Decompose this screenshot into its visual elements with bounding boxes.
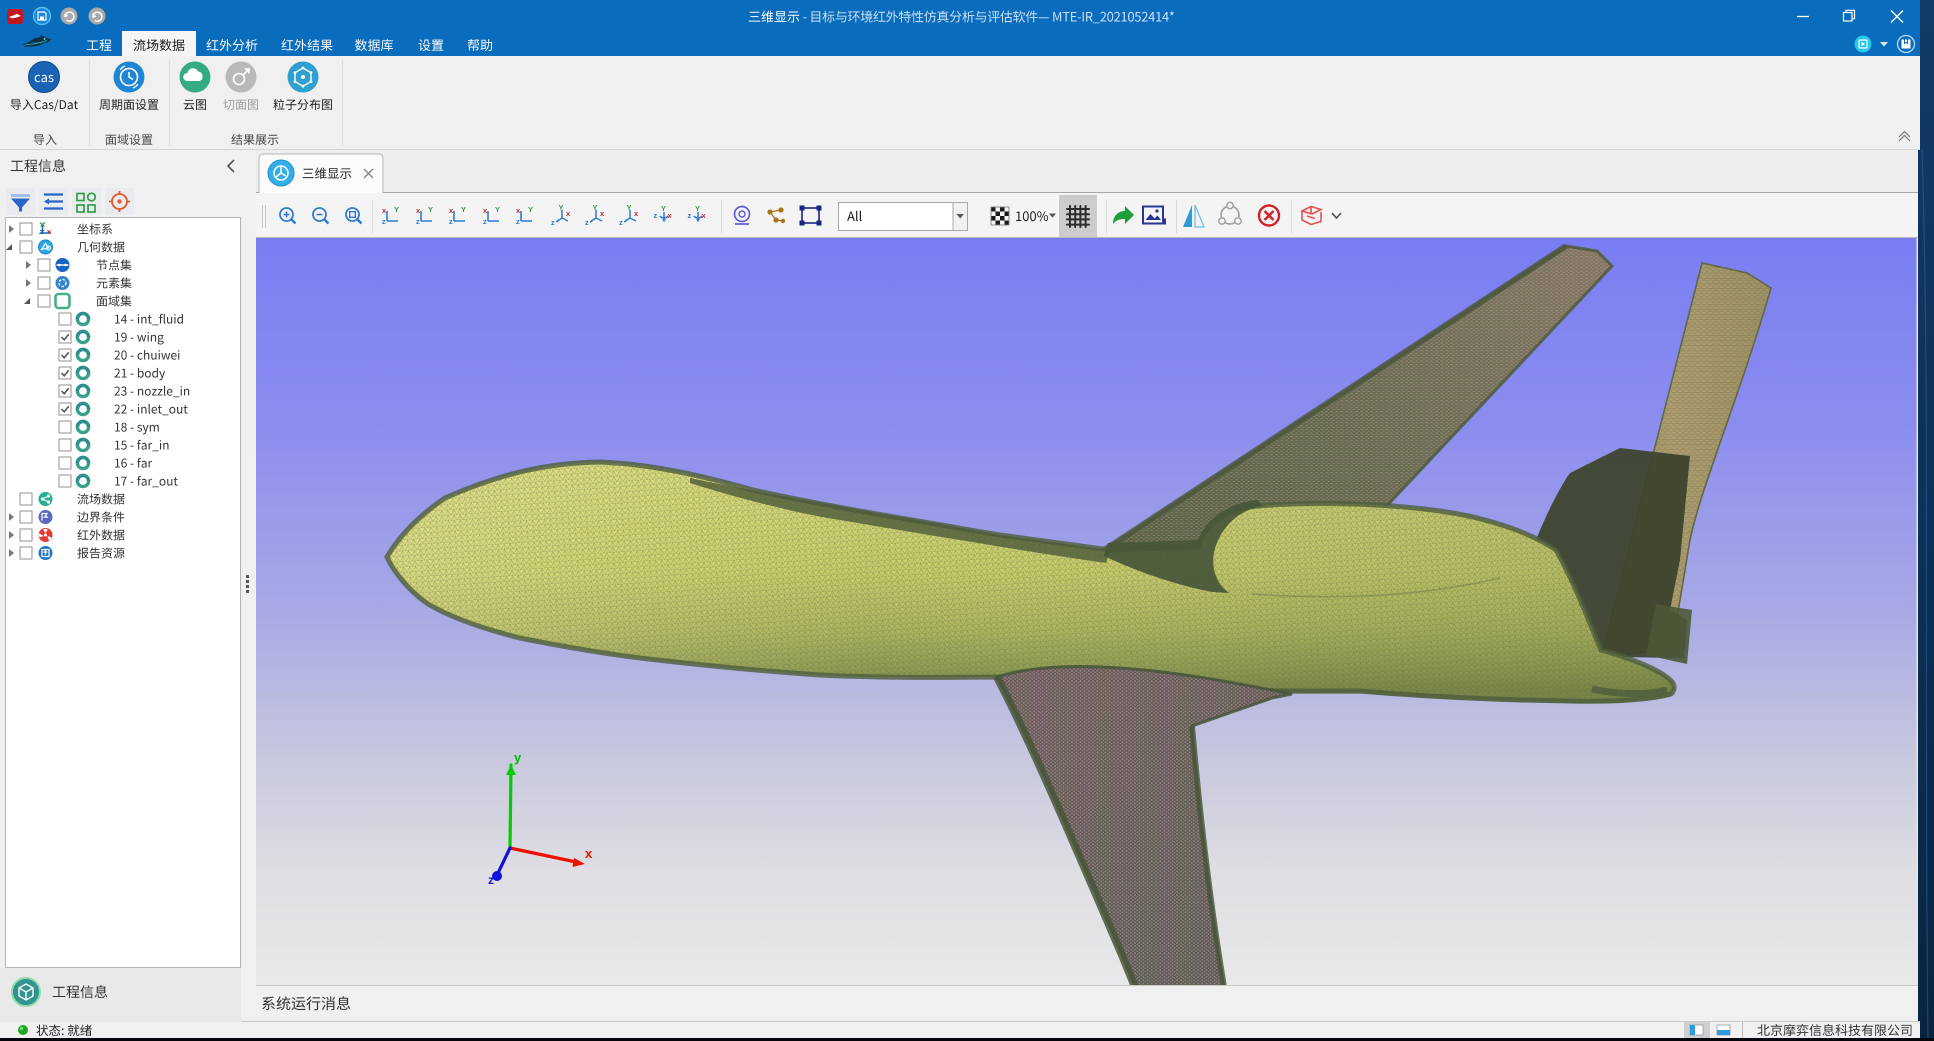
svg-text:Y: Y [394, 205, 399, 214]
svg-text:z: z [483, 217, 487, 226]
svg-text:z: z [382, 217, 386, 226]
svg-text:z: z [488, 873, 494, 887]
svg-text:Y: Y [528, 205, 533, 214]
svg-text:z: z [585, 218, 589, 227]
svg-text:z: z [688, 211, 692, 220]
svg-text:z: z [551, 218, 555, 227]
svg-text:z: z [619, 218, 623, 227]
svg-text:z: z [516, 217, 520, 226]
svg-text:Y: Y [627, 203, 632, 212]
svg-text:Y: Y [695, 204, 700, 213]
svg-text:Y: Y [428, 205, 433, 214]
svg-text:Y: Y [461, 205, 466, 214]
svg-text:Y: Y [495, 205, 500, 214]
svg-text:Y: Y [593, 203, 598, 212]
svg-text:z: z [416, 217, 420, 226]
svg-text:z: z [449, 217, 453, 226]
svg-text:Y: Y [559, 203, 564, 212]
svg-text:Y: Y [661, 204, 666, 213]
svg-text:y: y [514, 750, 522, 765]
svg-text:x: x [585, 846, 593, 861]
svg-text:z: z [654, 211, 658, 220]
